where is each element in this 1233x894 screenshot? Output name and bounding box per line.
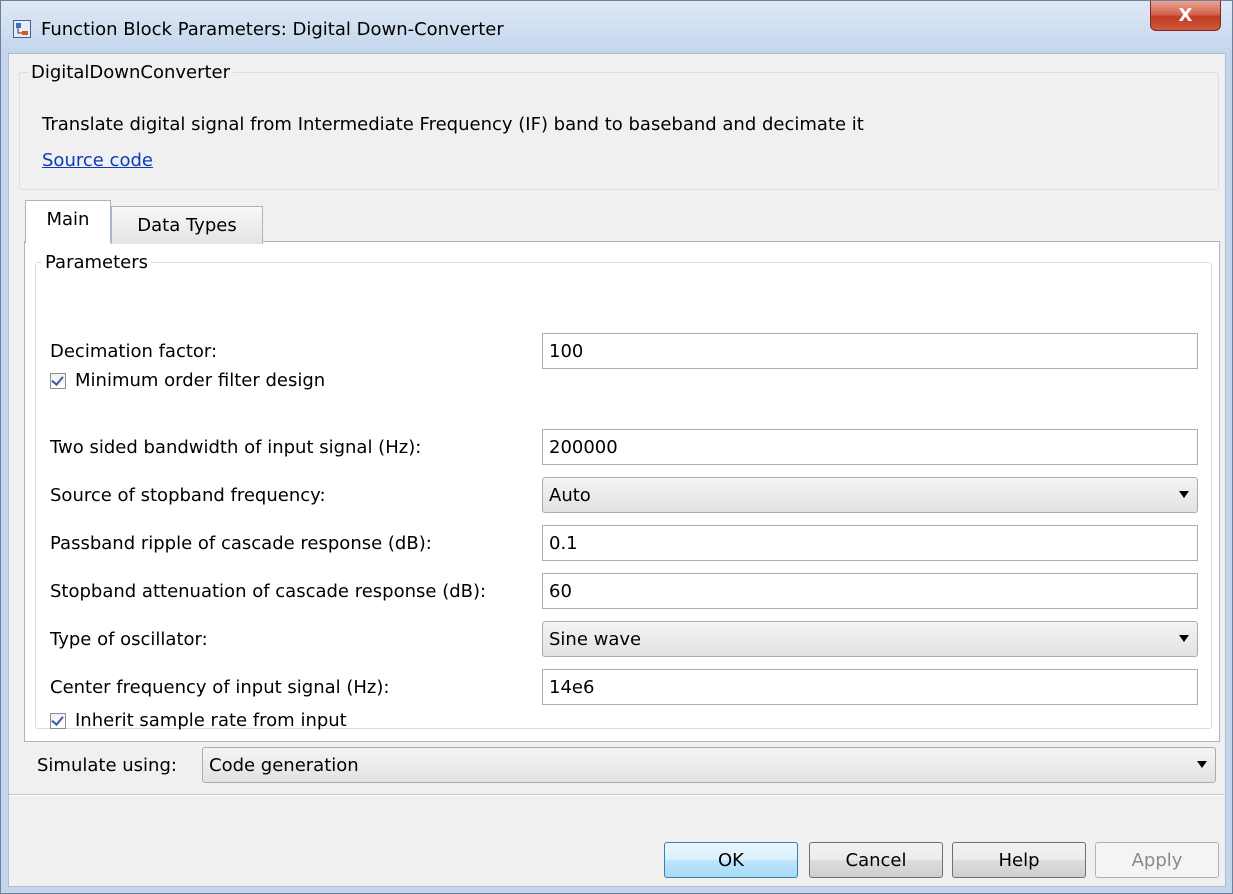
help-button[interactable]: Help [952,842,1086,878]
chevron-down-icon [1179,635,1189,642]
checkmark-icon [51,712,64,726]
decimation-factor-field[interactable]: 100 [542,333,1198,369]
divider [9,794,1225,796]
parameters-group: Parameters Decimation factor: 100 Minimu… [35,252,1212,731]
cancel-button-label: Cancel [845,849,907,871]
inherit-rate-checkbox[interactable] [50,712,66,729]
min-order-checkbox[interactable] [50,372,66,389]
bandwidth-field[interactable]: 200000 [542,429,1198,465]
oscillator-dropdown[interactable]: Sine wave [542,621,1198,657]
inherit-rate-label: Inherit sample rate from input [75,710,347,731]
center-freq-field[interactable]: 14e6 [542,669,1198,705]
stopband-atten-field[interactable]: 60 [542,573,1198,609]
oscillator-value: Sine wave [549,628,642,650]
source-code-link[interactable]: Source code [42,150,153,171]
decimation-factor-value: 100 [549,340,584,362]
min-order-label: Minimum order filter design [75,370,326,391]
center-freq-label: Center frequency of input signal (Hz): [50,677,390,698]
stopband-source-dropdown[interactable]: Auto [542,477,1198,513]
main-tab-panel: Parameters Decimation factor: 100 Minimu… [24,241,1220,742]
inherit-rate-checkbox-row[interactable]: Inherit sample rate from input [50,710,347,731]
chevron-down-icon [1197,761,1207,768]
simulate-using-dropdown[interactable]: Code generation [202,747,1216,783]
cancel-button[interactable]: Cancel [809,842,943,878]
tab-main[interactable]: Main [25,200,111,243]
dialog-window: Function Block Parameters: Digital Down-… [0,0,1233,894]
apply-button-label: Apply [1131,849,1183,871]
tab-data-types[interactable]: Data Types [111,206,263,244]
tab-main-label: Main [46,209,90,230]
bandwidth-label: Two sided bandwidth of input signal (Hz)… [50,437,422,458]
ok-button[interactable]: OK [664,842,798,878]
tab-data-types-label: Data Types [137,215,237,236]
passband-ripple-label: Passband ripple of cascade response (dB)… [50,533,432,554]
stopband-source-label: Source of stopband frequency: [50,485,326,506]
block-description: Translate digital signal from Intermedia… [42,114,864,135]
ok-button-label: OK [718,849,744,871]
decimation-factor-label: Decimation factor: [50,341,218,362]
center-freq-value: 14e6 [549,676,595,698]
close-button[interactable]: X [1150,1,1221,31]
title-bar[interactable]: Function Block Parameters: Digital Down-… [1,1,1232,53]
stopband-atten-label: Stopband attenuation of cascade response… [50,581,487,602]
bandwidth-value: 200000 [549,436,618,458]
oscillator-label: Type of oscillator: [50,629,208,650]
parameters-group-title: Parameters [42,252,152,273]
min-order-checkbox-row[interactable]: Minimum order filter design [50,370,325,391]
simulink-block-icon [13,20,31,38]
stopband-source-value: Auto [549,484,591,506]
close-icon: X [1178,5,1193,26]
dialog-content: DigitalDownConverter Translate digital s… [8,53,1226,887]
chevron-down-icon [1179,491,1189,498]
apply-button[interactable]: Apply [1095,842,1219,878]
simulate-using-value: Code generation [209,754,359,776]
help-button-label: Help [998,849,1040,871]
passband-ripple-value: 0.1 [549,532,578,554]
simulate-using-label: Simulate using: [37,755,177,776]
checkmark-icon [51,372,64,386]
stopband-atten-value: 60 [549,580,572,602]
window-title: Function Block Parameters: Digital Down-… [41,19,504,40]
description-group-title: DigitalDownConverter [28,62,234,83]
passband-ripple-field[interactable]: 0.1 [542,525,1198,561]
